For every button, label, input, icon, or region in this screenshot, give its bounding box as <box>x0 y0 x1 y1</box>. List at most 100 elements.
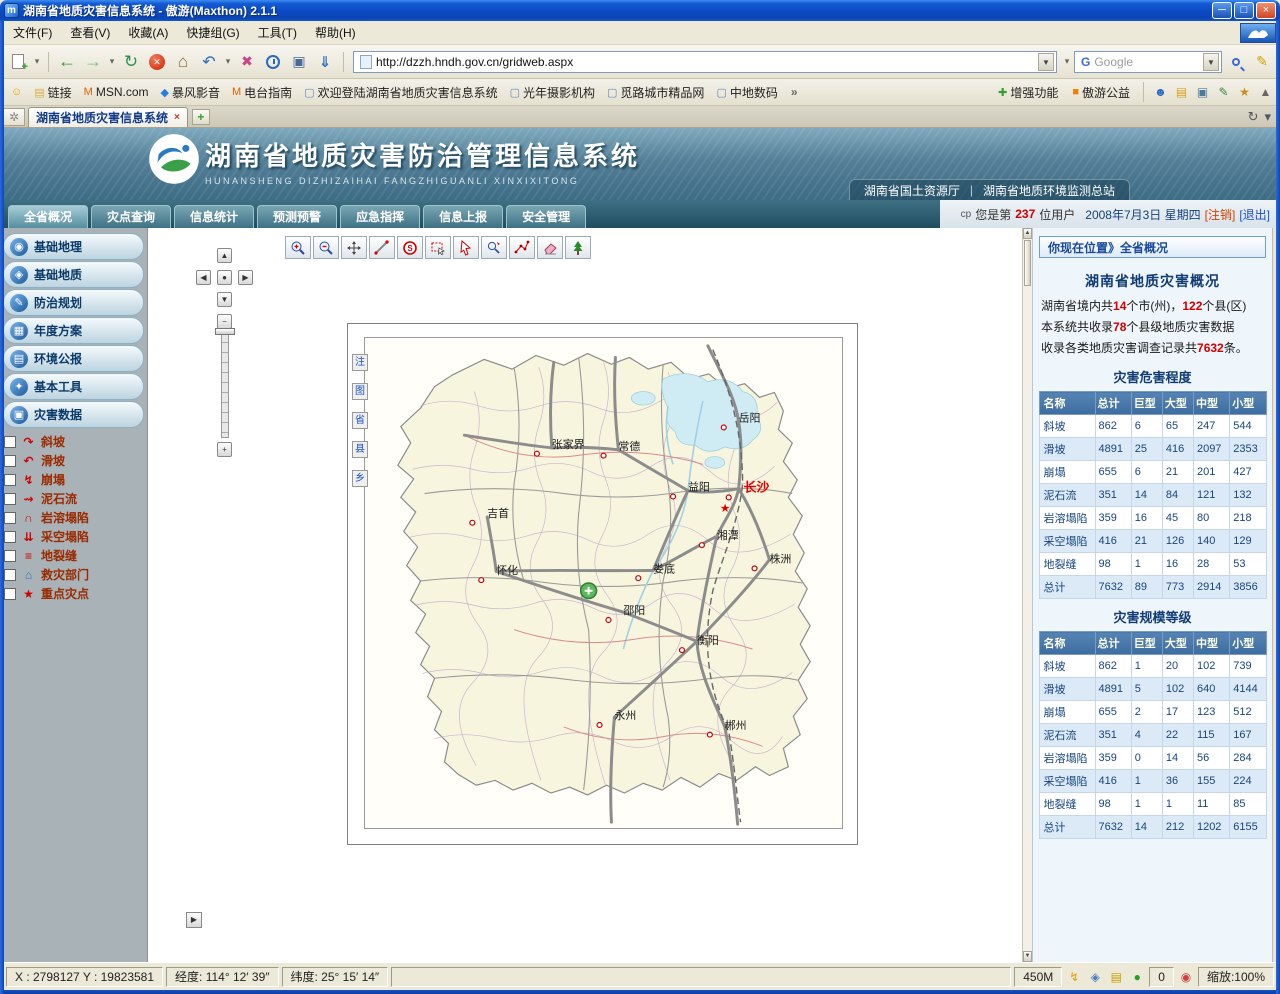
menu-item[interactable]: 文件(F) <box>4 21 61 44</box>
pencil-icon[interactable]: ✎ <box>1215 85 1232 99</box>
user-icon[interactable]: ☻ <box>1152 85 1169 99</box>
zoom-out-step-button[interactable]: − <box>217 314 232 329</box>
zoom-out-tool-button[interactable] <box>313 236 339 259</box>
measure-tool-button[interactable] <box>369 236 395 259</box>
pan-tool-button[interactable] <box>341 236 367 259</box>
nav-tab[interactable]: 灾点查询 <box>91 205 171 228</box>
city-marker[interactable] <box>479 578 484 583</box>
address-history-button[interactable]: ▾ <box>1062 56 1072 67</box>
pan-right-button[interactable]: ▶ <box>238 270 253 285</box>
nav-tab[interactable]: 信息统计 <box>174 205 254 228</box>
layer-checkbox[interactable] <box>4 569 16 581</box>
city-marker[interactable] <box>699 543 704 548</box>
history-button[interactable] <box>261 50 285 74</box>
stop-button[interactable]: ✕ <box>145 50 169 74</box>
link-item[interactable]: ▢觅路城市精品网 <box>602 82 709 103</box>
address-input[interactable]: http://dzzh.hndh.gov.cn/gridweb.aspx <box>376 55 1038 69</box>
city-marker[interactable] <box>671 494 676 499</box>
collapse-bar-icon[interactable]: ▲ <box>1257 85 1274 99</box>
sidebar-item[interactable]: ✎防治规划 <box>3 289 144 316</box>
scroll-up-icon[interactable]: ▲ <box>1023 228 1032 239</box>
search-engine-dropdown[interactable]: ▼ <box>1203 53 1219 71</box>
search-input[interactable]: Google <box>1094 55 1203 69</box>
link-item[interactable]: ☺ <box>6 84 27 100</box>
exit-link[interactable]: [退出] <box>1239 206 1270 223</box>
link-item[interactable]: ▤链接 <box>29 82 76 103</box>
link-item[interactable]: MMSN.com <box>79 83 154 101</box>
layer-checkbox[interactable] <box>4 588 16 600</box>
sidebar-item[interactable]: ◈基础地质 <box>3 261 144 288</box>
layer-checkbox[interactable] <box>4 436 16 448</box>
nav-tab[interactable]: 预测预警 <box>257 205 337 228</box>
banner-link[interactable]: 湖南省地质环境监测总站 <box>983 182 1115 199</box>
forward-button[interactable]: → <box>81 50 105 74</box>
address-dropdown[interactable]: ▼ <box>1038 53 1054 71</box>
window-titlebar[interactable]: m 湖南省地质灾害信息系统 - 傲游(Maxthon) 2.1.1 ─ □ × <box>0 0 1280 21</box>
favorites-toggle-button[interactable]: ✲ <box>3 108 25 126</box>
folder-icon[interactable]: ▤ <box>1107 970 1125 984</box>
pointer-tool-button[interactable] <box>453 236 479 259</box>
sidebar-item[interactable]: ▣灾害数据 <box>3 401 144 428</box>
eraser-tool-button[interactable] <box>537 236 563 259</box>
history-dropdown[interactable]: ▾ <box>107 56 117 67</box>
tab-active[interactable]: 湖南省地质灾害信息系统 × <box>28 107 188 127</box>
refresh-button[interactable]: ↻ <box>119 50 143 74</box>
links-overflow-button[interactable]: » <box>787 85 802 99</box>
sidebar-item[interactable]: ▦年度方案 <box>3 317 144 344</box>
layer-checkbox[interactable] <box>4 512 16 524</box>
layer-checkbox[interactable] <box>4 531 16 543</box>
refresh-all-icon[interactable]: ↻ <box>1248 109 1259 125</box>
zoom-slider[interactable] <box>221 332 229 438</box>
sidebar-item[interactable]: ◉基础地理 <box>3 233 144 260</box>
city-marker[interactable] <box>726 495 731 500</box>
back-button[interactable]: ← <box>55 50 79 74</box>
city-marker[interactable] <box>707 732 712 737</box>
maximize-button[interactable]: □ <box>1234 2 1254 19</box>
nav-tab[interactable]: 应急指挥 <box>340 205 420 228</box>
city-marker[interactable] <box>470 520 475 525</box>
link-item[interactable]: M电台指南 <box>227 82 297 103</box>
city-marker[interactable] <box>601 453 606 458</box>
link-item[interactable]: ■傲游公益 <box>1067 82 1135 103</box>
city-marker[interactable] <box>597 723 602 728</box>
trophy-icon[interactable]: ★ <box>1236 85 1253 99</box>
plugin-icon[interactable]: ◈ <box>1086 970 1104 984</box>
map-layer-toggle-button[interactable]: 图 <box>352 383 368 400</box>
tab-list-icon[interactable]: ▾ <box>1264 109 1271 125</box>
new-page-button[interactable] <box>6 50 30 74</box>
layer-checkbox[interactable] <box>4 455 16 467</box>
map-layer-toggle-button[interactable]: 省 <box>352 412 368 429</box>
boost-icon[interactable]: ↯ <box>1065 970 1083 984</box>
search-box[interactable]: G Google ▼ <box>1074 51 1222 73</box>
menu-item[interactable]: 帮助(H) <box>306 21 365 44</box>
menu-item[interactable]: 查看(V) <box>61 21 119 44</box>
map-layer-toggle-button[interactable]: 乡 <box>352 470 368 487</box>
undo-button[interactable]: ↶ <box>197 50 221 74</box>
zoom-slider-thumb[interactable] <box>215 328 235 335</box>
menu-item[interactable]: 工具(T) <box>249 21 306 44</box>
layer-checkbox[interactable] <box>4 474 16 486</box>
map-canvas[interactable]: 张家界常德岳阳益阳★长沙吉首湘潭株洲怀化娄底邵阳衡阳永州郴州 <box>364 337 843 829</box>
download-button[interactable]: ⇓ <box>313 50 337 74</box>
menu-item[interactable]: 收藏(A) <box>119 21 177 44</box>
link-item[interactable]: ▢中地数码 <box>711 82 782 103</box>
nav-tab[interactable]: 全省概况 <box>8 205 88 228</box>
id-card-icon[interactable]: ▤ <box>1173 85 1190 99</box>
stop-tool-button[interactable]: S <box>397 236 423 259</box>
sidebar-item[interactable]: ▤环境公报 <box>3 345 144 372</box>
pan-down-button[interactable]: ▼ <box>217 292 232 307</box>
home-button[interactable]: ⌂ <box>171 50 195 74</box>
city-marker[interactable] <box>752 566 757 571</box>
scroll-thumb[interactable] <box>1024 240 1031 286</box>
search-go-button[interactable] <box>1224 50 1248 74</box>
pan-up-button[interactable]: ▲ <box>217 248 232 263</box>
new-tab-button[interactable]: + <box>192 109 210 125</box>
zoom-in-tool-button[interactable] <box>285 236 311 259</box>
link-item[interactable]: ▢光年摄影机构 <box>505 82 600 103</box>
maxthon-throbber-icon[interactable] <box>1240 23 1276 43</box>
legend-tool-button[interactable] <box>565 236 591 259</box>
vertex-tool-button[interactable] <box>509 236 535 259</box>
layer-checkbox[interactable] <box>4 493 16 505</box>
nav-tab[interactable]: 安全管理 <box>506 205 586 228</box>
maxthon-app-icon[interactable]: m <box>4 3 19 18</box>
